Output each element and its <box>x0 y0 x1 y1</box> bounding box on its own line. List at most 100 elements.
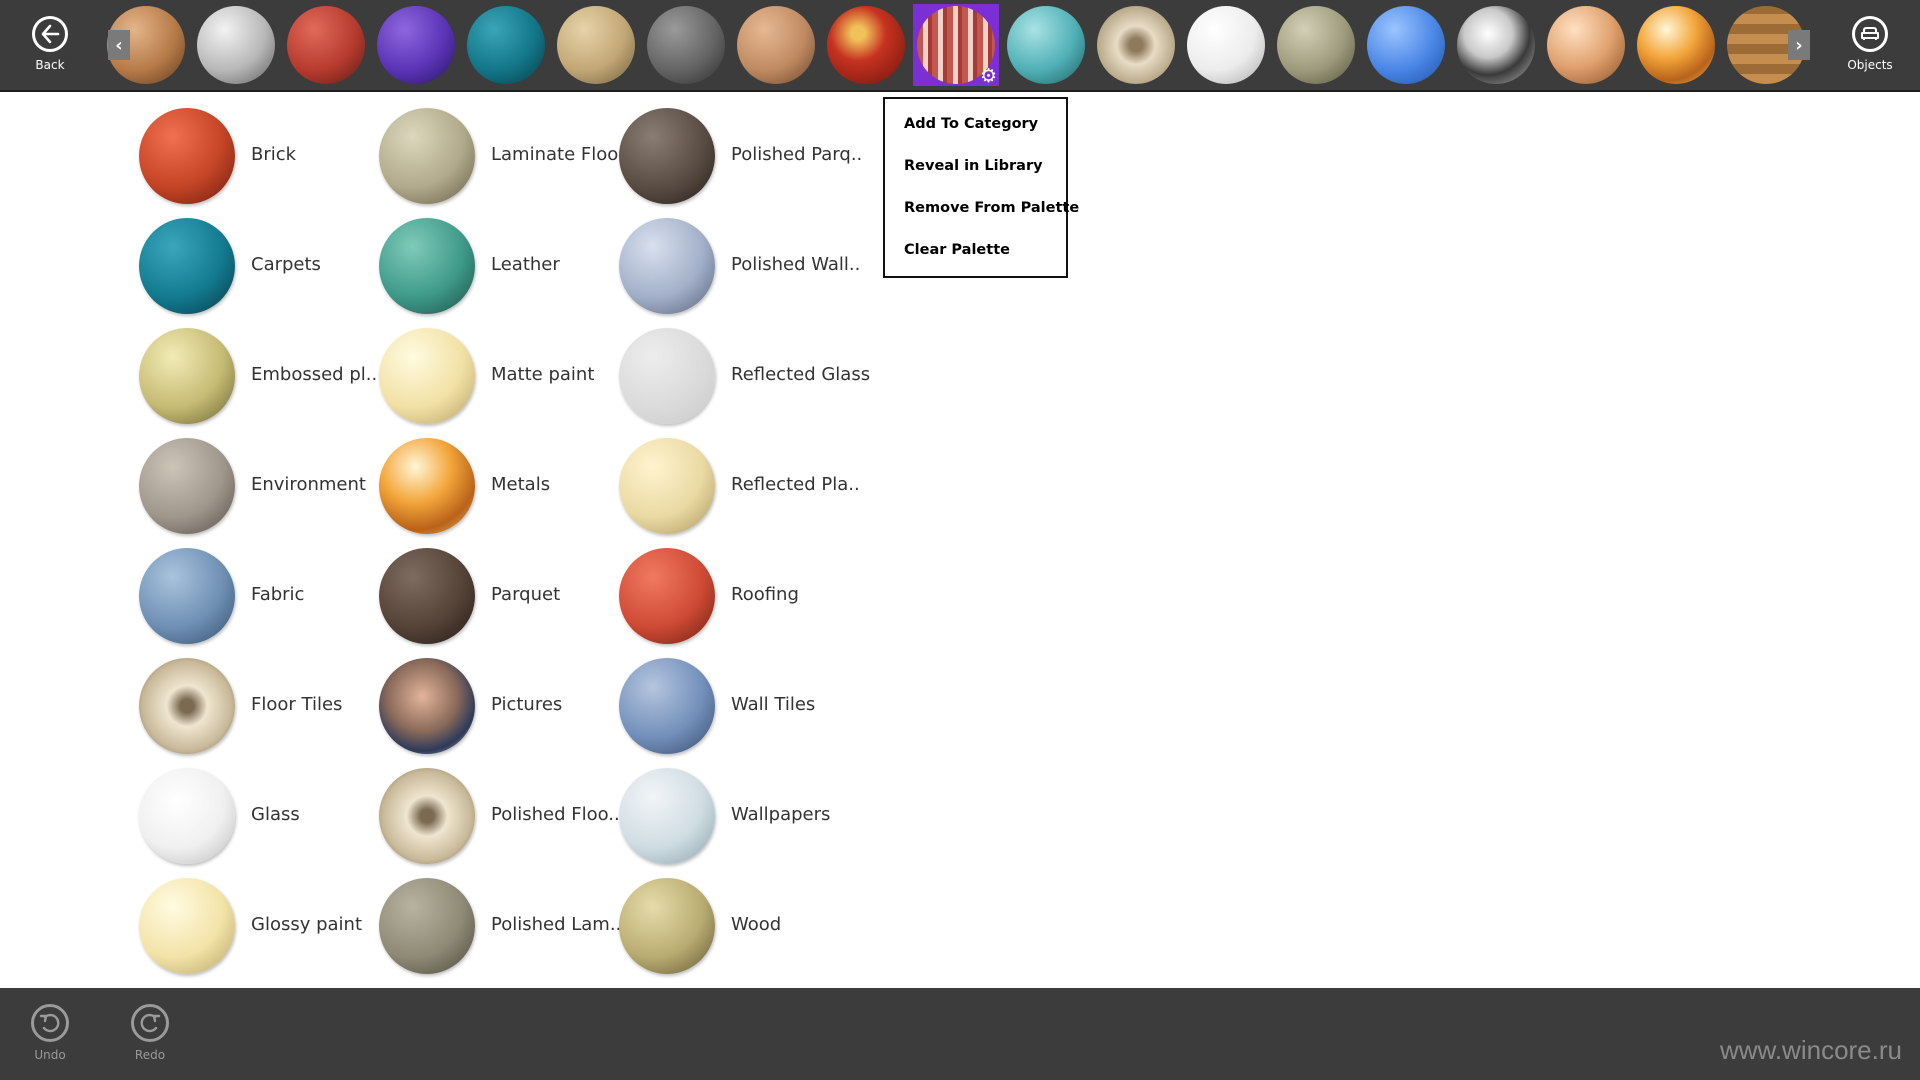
material-category-item[interactable]: Fabric <box>139 548 379 644</box>
material-category-item[interactable]: Matte paint <box>379 328 619 424</box>
category-label: Matte paint <box>491 364 595 385</box>
material-category-item[interactable]: Floor Tiles <box>139 658 379 754</box>
material-category-item[interactable]: Environment <box>139 438 379 534</box>
category-ball <box>379 328 475 424</box>
bottom-app-bar: Undo Redo <box>0 988 1920 1080</box>
category-ball <box>379 768 475 864</box>
category-label: Wood <box>731 914 782 935</box>
category-label: Parquet <box>491 584 561 605</box>
material-category-item[interactable]: Roofing <box>619 548 859 644</box>
material-category-item[interactable]: Embossed pl.. <box>139 328 379 424</box>
material-category-item[interactable]: Polished Floo.. <box>379 768 620 864</box>
material-category-item[interactable]: Laminate Floor <box>379 108 626 204</box>
palette-swatch[interactable] <box>1003 4 1089 86</box>
palette-swatch[interactable] <box>1633 4 1719 86</box>
material-category-item[interactable]: Glossy paint <box>139 878 379 974</box>
category-label: Reflected Glass <box>731 364 871 385</box>
palette-scroll-right-button[interactable]: › <box>1788 30 1810 60</box>
context-menu-item[interactable]: Reveal in Library <box>904 158 1043 174</box>
material-category-item[interactable]: Polished Lam.. <box>379 878 621 974</box>
objects-label: Objects <box>1847 58 1893 72</box>
category-label: Floor Tiles <box>251 694 343 715</box>
palette-swatch[interactable] <box>733 4 819 86</box>
back-button[interactable]: Back <box>0 0 100 90</box>
category-label: Wallpapers <box>731 804 831 825</box>
palette-swatch[interactable] <box>193 4 279 86</box>
category-label: Metals <box>491 474 551 495</box>
palette-swatch[interactable] <box>1363 4 1449 86</box>
material-category-item[interactable]: Reflected Pla.. <box>619 438 860 534</box>
material-category-item[interactable]: Parquet <box>379 548 619 644</box>
category-label: Fabric <box>251 584 305 605</box>
palette-swatch[interactable] <box>1093 4 1179 86</box>
redo-button[interactable]: Redo <box>100 988 200 1080</box>
category-label: Glass <box>251 804 300 825</box>
palette-swatch[interactable] <box>1453 4 1539 86</box>
material-ball <box>737 6 815 84</box>
category-ball <box>619 328 715 424</box>
material-category-item[interactable]: Metals <box>379 438 619 534</box>
category-label: Reflected Pla.. <box>731 474 860 495</box>
material-ball <box>287 6 365 84</box>
material-ball <box>827 6 905 84</box>
palette-swatch[interactable] <box>1273 4 1359 86</box>
category-ball <box>379 218 475 314</box>
material-ball <box>467 6 545 84</box>
category-ball <box>139 328 235 424</box>
objects-button[interactable]: Objects <box>1820 0 1920 90</box>
material-ball <box>377 6 455 84</box>
material-category-item[interactable]: Carpets <box>139 218 379 314</box>
category-ball <box>139 878 235 974</box>
material-category-item[interactable]: Polished Parq.. <box>619 108 862 204</box>
material-category-item[interactable]: Brick <box>139 108 379 204</box>
material-ball <box>1547 6 1625 84</box>
category-label: Brick <box>251 144 297 165</box>
material-ball <box>1277 6 1355 84</box>
material-category-item[interactable]: Polished Wall.. <box>619 218 860 314</box>
category-ball <box>139 438 235 534</box>
palette-scroll-left-button[interactable]: ‹ <box>108 30 130 60</box>
context-menu-item[interactable]: Remove From Palette <box>904 200 1079 216</box>
palette-swatch[interactable] <box>373 4 459 86</box>
back-label: Back <box>35 58 65 72</box>
chevron-left-icon: ‹ <box>115 34 123 56</box>
material-category-item[interactable]: Glass <box>139 768 379 864</box>
material-category-item[interactable]: Reflected Glass <box>619 328 870 424</box>
palette-swatch[interactable] <box>283 4 369 86</box>
category-ball <box>379 878 475 974</box>
palette-swatch[interactable] <box>553 4 639 86</box>
category-ball <box>379 548 475 644</box>
category-label: Polished Floo.. <box>491 804 620 825</box>
palette-swatch[interactable] <box>463 4 549 86</box>
material-ball <box>197 6 275 84</box>
category-ball <box>379 658 475 754</box>
gear-icon[interactable]: ⚙ <box>980 67 997 86</box>
material-ball <box>557 6 635 84</box>
category-label: Environment <box>251 474 366 495</box>
chevron-right-icon: › <box>1795 34 1803 56</box>
undo-button[interactable]: Undo <box>0 988 100 1080</box>
material-category-item[interactable]: Pictures <box>379 658 619 754</box>
material-category-item[interactable]: Wallpapers <box>619 768 859 864</box>
category-ball <box>619 548 715 644</box>
palette-swatch[interactable] <box>643 4 729 86</box>
category-ball <box>619 218 715 314</box>
category-label: Roofing <box>731 584 799 605</box>
material-ball <box>1457 6 1535 84</box>
material-category-item[interactable]: Leather <box>379 218 619 314</box>
material-category-item[interactable]: Wood <box>619 878 859 974</box>
category-ball <box>379 108 475 204</box>
context-menu-item[interactable]: Clear Palette <box>904 242 1010 258</box>
palette-swatch[interactable] <box>1543 4 1629 86</box>
redo-icon <box>131 1004 169 1042</box>
category-ball <box>139 658 235 754</box>
palette-swatch[interactable] <box>1183 4 1269 86</box>
palette-swatch[interactable] <box>823 4 909 86</box>
palette-context-menu: Add To Category Reveal in Library Remove F… <box>883 97 1079 278</box>
palette-swatch[interactable]: ⚙ <box>913 4 999 86</box>
category-label: Laminate Floor <box>491 144 626 165</box>
context-menu-item[interactable]: Add To Category <box>904 116 1038 132</box>
category-label: Pictures <box>491 694 563 715</box>
material-category-item[interactable]: Wall Tiles <box>619 658 859 754</box>
material-ball <box>1637 6 1715 84</box>
